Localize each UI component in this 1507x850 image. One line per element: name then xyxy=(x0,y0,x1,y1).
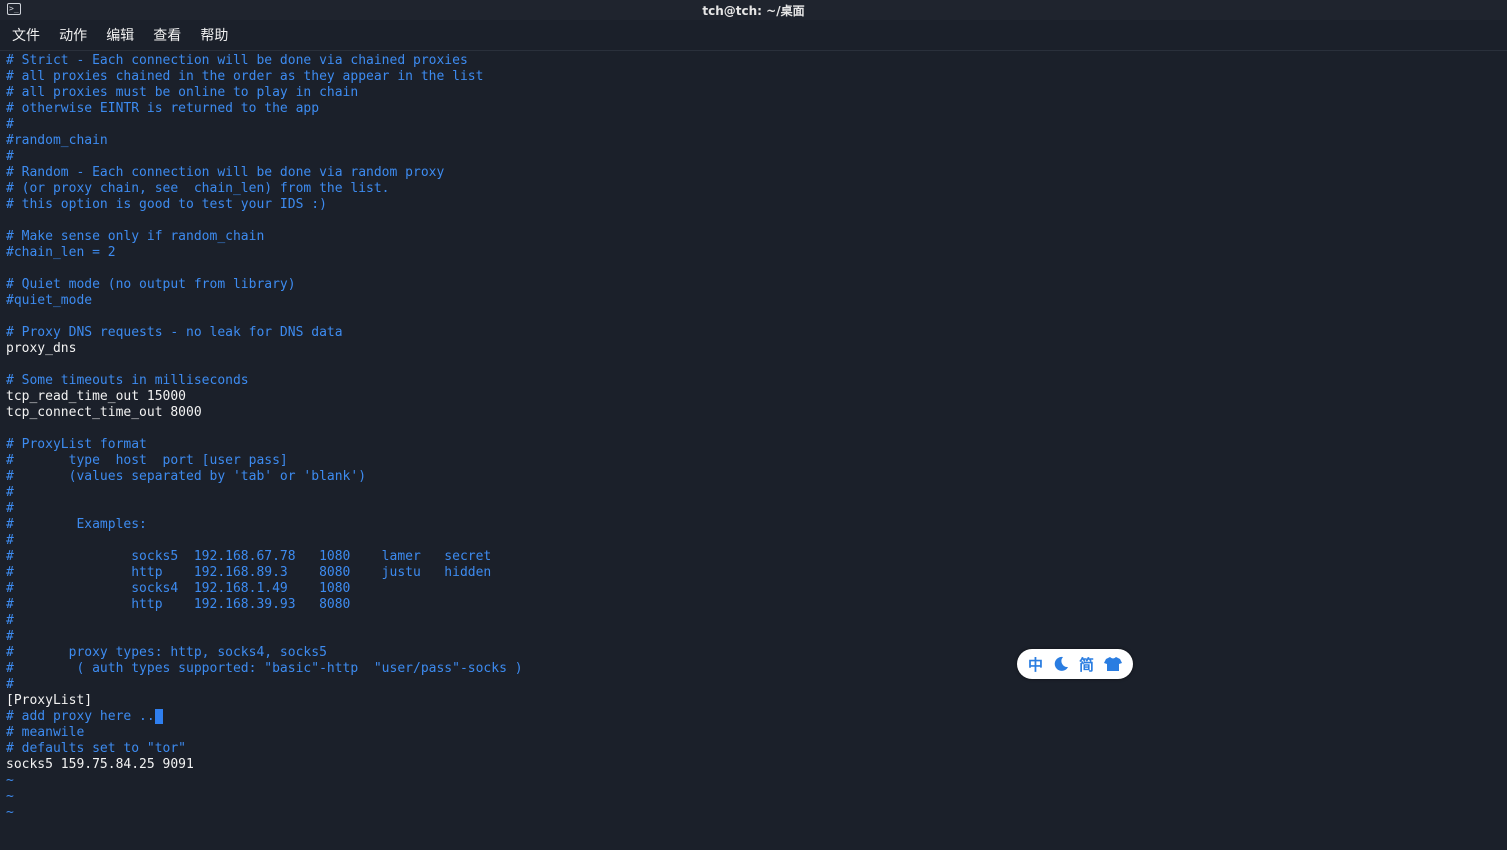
terminal-line: # xyxy=(6,613,14,628)
terminal-line: # xyxy=(6,485,14,500)
terminal-line: # all proxies must be online to play in … xyxy=(6,85,359,100)
moon-icon[interactable] xyxy=(1053,656,1069,672)
terminal-line: #random_chain xyxy=(6,133,108,148)
terminal-line: # otherwise EINTR is returned to the app xyxy=(6,101,320,116)
terminal-line: # all proxies chained in the order as th… xyxy=(6,69,484,84)
terminal-line: # Quiet mode (no output from library) xyxy=(6,277,296,292)
terminal-line: #quiet_mode xyxy=(6,293,93,308)
terminal-line: #chain_len = 2 xyxy=(6,245,116,260)
terminal-line: # xyxy=(6,533,14,548)
terminal-line: # socks4 192.168.1.49 1080 xyxy=(6,581,351,596)
shirt-icon[interactable] xyxy=(1103,656,1122,672)
terminal-line: # (or proxy chain, see chain_len) from t… xyxy=(6,181,390,196)
menu-file[interactable]: 文件 xyxy=(12,22,40,50)
terminal-line: socks5 159.75.84.25 9091 xyxy=(6,757,194,772)
terminal-content[interactable]: # Strict - Each connection will be done … xyxy=(6,53,1501,850)
menu-help[interactable]: 帮助 xyxy=(200,22,228,50)
ime-simplified-toggle[interactable]: 简 xyxy=(1079,654,1094,675)
terminal-line: # Make sense only if random_chain xyxy=(6,229,265,244)
terminal-line: ~ xyxy=(6,773,14,788)
terminal-line: # type host port [user pass] xyxy=(6,453,288,468)
terminal-line: # meanwile xyxy=(6,725,85,740)
terminal-line: # http 192.168.89.3 8080 justu hidden xyxy=(6,565,492,580)
terminal-line: # this option is good to test your IDS :… xyxy=(6,197,327,212)
terminal-line: # proxy types: http, socks4, socks5 xyxy=(6,645,327,660)
terminal-line: # Examples: xyxy=(6,517,147,532)
terminal-line: # Proxy DNS requests - no leak for DNS d… xyxy=(6,325,343,340)
terminal-line: # add proxy here ... xyxy=(6,709,163,724)
terminal-line: proxy_dns xyxy=(6,341,77,356)
terminal-line: [ProxyList] xyxy=(6,693,93,708)
terminal-line: # Strict - Each connection will be done … xyxy=(6,53,468,68)
terminal-line: # xyxy=(6,501,14,516)
menu-bar: 文件 动作 编辑 查看 帮助 xyxy=(0,22,1507,51)
text-cursor: . xyxy=(154,709,163,724)
terminal-line: # (values separated by 'tab' or 'blank') xyxy=(6,469,367,484)
terminal-line: # xyxy=(6,677,14,692)
terminal-line: # defaults set to "tor" xyxy=(6,741,187,756)
terminal-line: # xyxy=(6,629,14,644)
terminal-line: # http 192.168.39.93 8080 xyxy=(6,597,351,612)
window-title: tch@tch: ~/桌面 xyxy=(702,4,805,18)
terminal-line: ~ xyxy=(6,805,14,820)
terminal-line: # xyxy=(6,117,14,132)
ime-chinese-toggle[interactable]: 中 xyxy=(1028,654,1043,675)
terminal-line: # Some timeouts in milliseconds xyxy=(6,373,249,388)
ime-toolbar[interactable]: 中 简 xyxy=(1017,649,1133,679)
terminal-line: # ( auth types supported: "basic"-http "… xyxy=(6,661,523,676)
menu-view[interactable]: 查看 xyxy=(153,22,181,50)
terminal-line: # socks5 192.168.67.78 1080 lamer secret xyxy=(6,549,492,564)
terminal-line: tcp_read_time_out 15000 xyxy=(6,389,187,404)
terminal-line: tcp_connect_time_out 8000 xyxy=(6,405,202,420)
terminal-line: ~ xyxy=(6,789,14,804)
menu-edit[interactable]: 编辑 xyxy=(106,22,134,50)
terminal-line: # ProxyList format xyxy=(6,437,147,452)
title-bar: >_ tch@tch: ~/桌面 xyxy=(0,0,1507,20)
terminal-line: # xyxy=(6,149,14,164)
terminal-line: # Random - Each connection will be done … xyxy=(6,165,445,180)
menu-action[interactable]: 动作 xyxy=(59,22,87,50)
